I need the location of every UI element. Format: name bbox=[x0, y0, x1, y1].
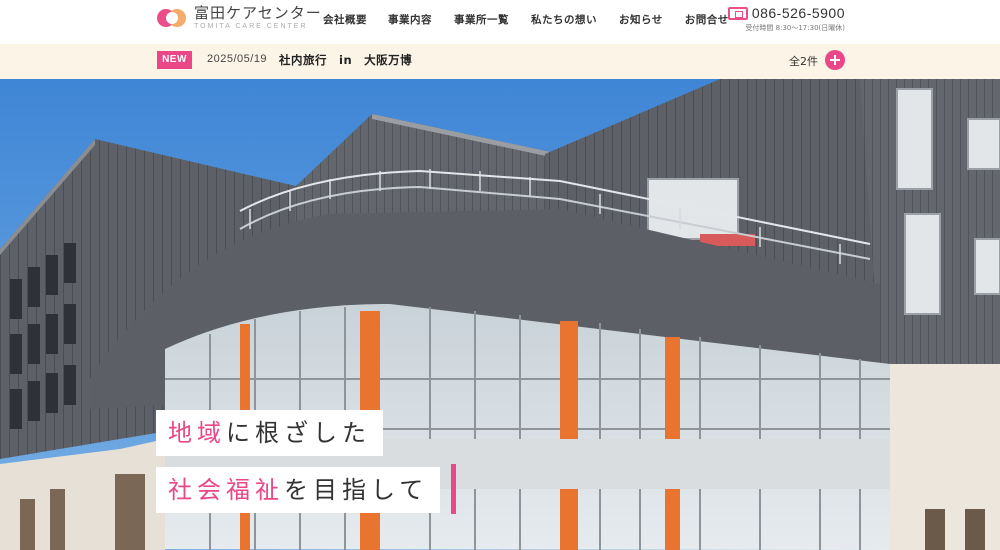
nav-services[interactable]: 事業内容 bbox=[388, 12, 432, 27]
news-ticker bbox=[0, 44, 1000, 79]
hero-catch-line2: 社会福祉を目指して bbox=[156, 467, 441, 513]
catch-accent-bar bbox=[451, 464, 456, 514]
site-header: 富田ケアセンター TOMITA CARE CENTER 会社概要 事業内容 事業… bbox=[0, 0, 1000, 44]
nav-philosophy[interactable]: 私たちの想い bbox=[531, 12, 597, 27]
news-count: 全2件 bbox=[789, 55, 818, 68]
nav-company[interactable]: 会社概要 bbox=[323, 12, 367, 27]
catch2-accent: 社会福祉 bbox=[168, 476, 284, 504]
phone-contact[interactable]: 086-526-5900 受付時間 8:30〜17:30(日曜休) bbox=[727, 5, 845, 33]
nav-news[interactable]: お知らせ bbox=[619, 12, 663, 27]
nav-offices[interactable]: 事業所一覧 bbox=[454, 12, 509, 27]
catch2-rest: を目指して bbox=[284, 476, 429, 504]
business-hours: 受付時間 8:30〜17:30(日曜休) bbox=[745, 24, 845, 32]
catch1-accent: 地域 bbox=[168, 419, 226, 447]
main-nav: 会社概要 事業内容 事業所一覧 私たちの想い お知らせ お問合せ bbox=[323, 12, 751, 27]
news-title-link[interactable]: 社内旅行 in 大阪万博 bbox=[279, 52, 412, 68]
hero-catch-line1: 地域に根ざした bbox=[156, 410, 383, 456]
new-badge: NEW bbox=[157, 51, 192, 69]
logo-name-jp: 富田ケアセンター bbox=[194, 4, 322, 22]
catch1-rest: に根ざした bbox=[226, 419, 371, 447]
hero-image: 地域に根ざした 社会福祉を目指して bbox=[0, 79, 1000, 550]
logo-mark-icon bbox=[157, 7, 187, 29]
nav-contact[interactable]: お問合せ bbox=[685, 12, 729, 27]
site-logo[interactable]: 富田ケアセンター TOMITA CARE CENTER bbox=[157, 6, 322, 30]
phone-icon bbox=[727, 6, 748, 20]
phone-number[interactable]: 086-526-5900 bbox=[752, 5, 845, 21]
logo-name-en: TOMITA CARE CENTER bbox=[194, 23, 308, 30]
plus-circle-icon[interactable] bbox=[825, 50, 845, 70]
building-photo bbox=[0, 79, 1000, 550]
news-date: 2025/05/19 bbox=[207, 53, 268, 65]
